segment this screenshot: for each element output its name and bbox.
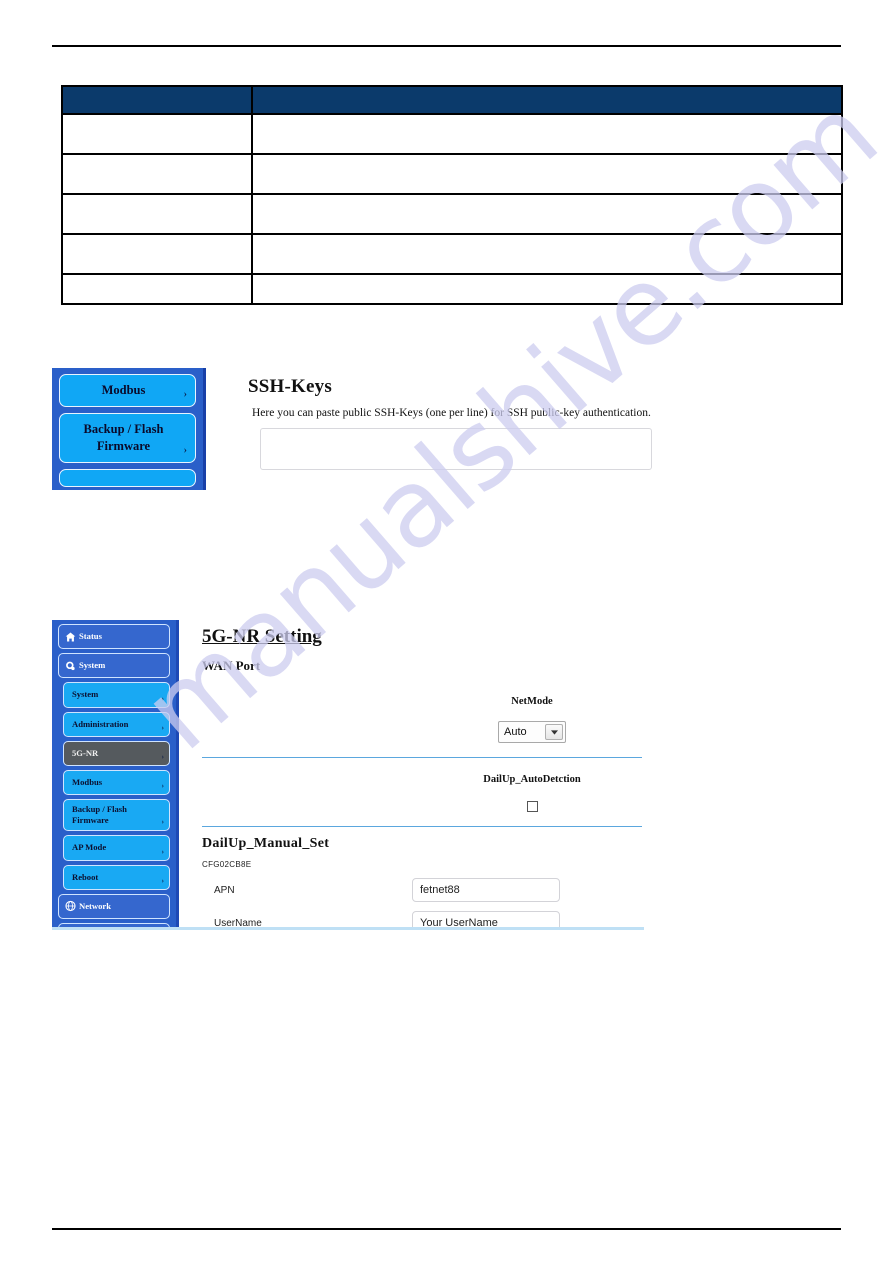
section-divider-1	[202, 757, 642, 758]
config-id-text: CFG02CB8E	[202, 860, 252, 869]
table-cell-label	[61, 193, 253, 235]
screenshot-bottom-edge	[52, 927, 644, 930]
chevron-down-icon[interactable]	[545, 724, 563, 740]
chevron-right-icon: ›	[183, 388, 187, 400]
netmode-selected-value: Auto	[504, 726, 527, 738]
table-row	[61, 193, 843, 235]
sidebar-item-modbus[interactable]: Modbus ›	[63, 769, 170, 796]
sidebar-item-modbus[interactable]: Modbus ›	[59, 374, 196, 407]
sidebar-item-label: Modbus	[72, 776, 103, 787]
chevron-right-icon: ›	[161, 782, 164, 791]
sidebar-item-label: System	[72, 689, 99, 700]
table-row	[61, 233, 843, 275]
table-cell-value	[251, 153, 843, 195]
sidebar-item-ap-mode[interactable]: AP Mode ›	[63, 835, 170, 861]
sidebar-item-label: Modbus	[101, 383, 146, 397]
apn-row: APN fetnet88	[202, 878, 642, 902]
netmode-select-row: Auto	[432, 721, 632, 743]
sidebar-item-reboot[interactable]: Reboot ›	[63, 864, 170, 890]
chevron-right-icon: ›	[161, 876, 164, 885]
sidebar-item-label: Administration	[72, 718, 129, 729]
footer-rule	[52, 1228, 841, 1230]
table-header-row	[61, 85, 843, 115]
sidebar-item-label	[60, 470, 195, 484]
ssh-content: SSH-Keys Here you can paste public SSH-K…	[248, 376, 718, 470]
chevron-right-icon: ›	[161, 723, 164, 732]
ssh-keys-title: SSH-Keys	[248, 376, 332, 397]
chevron-right-icon: ›	[161, 818, 164, 827]
sidebar-item-network[interactable]: Network	[58, 893, 170, 919]
dailup-autodetection-checkbox[interactable]	[526, 801, 538, 812]
table-cell-label	[61, 153, 253, 195]
table-header-cell-2	[251, 85, 843, 115]
table-cell-value	[251, 233, 843, 275]
ssh-keys-description: Here you can paste public SSH-Keys (one …	[252, 407, 651, 419]
table-cell-label	[61, 113, 253, 155]
page-title: 5G-NR Setting	[202, 626, 322, 647]
home-icon	[65, 631, 76, 642]
gear-icon	[65, 660, 76, 671]
specification-table	[61, 85, 843, 305]
sidebar-item-backup-flash-firmware[interactable]: Backup / Flash Firmware ›	[63, 799, 170, 832]
sidebar-item-status[interactable]: Status	[58, 624, 170, 650]
header-rule	[52, 45, 841, 47]
table-header-cell-1	[61, 85, 253, 115]
table-row	[61, 273, 843, 305]
sidebar-item-backup-flash-firmware[interactable]: Backup / Flash Firmware ›	[59, 412, 196, 463]
chevron-right-icon: ›	[161, 752, 164, 761]
sidebar-item-label: 5G-NR	[72, 747, 99, 758]
table-row	[61, 113, 843, 155]
chevron-right-icon: ›	[183, 444, 187, 456]
apn-label: APN	[214, 884, 235, 896]
sidebar-item-label: Reboot	[72, 871, 99, 882]
5g-nr-setting-screenshot: Status System System › Administration › …	[52, 620, 644, 930]
dailup-autodetection-label: DailUp_AutoDetction	[483, 774, 581, 785]
apn-input[interactable]: fetnet88	[412, 878, 560, 902]
ssh-keys-screenshot: Modbus › Backup / Flash Firmware › SSH-K…	[52, 368, 732, 490]
table-row	[61, 153, 843, 195]
5g-nr-sidebar: Status System System › Administration › …	[52, 620, 179, 930]
table-cell-value	[251, 193, 843, 235]
globe-icon	[65, 901, 76, 912]
sidebar-item-label: Backup / Flash Firmware	[83, 421, 164, 453]
wan-port-section-heading: WAN Port	[202, 658, 261, 673]
dailup-manual-set-heading: DailUp_Manual_Set	[202, 836, 330, 851]
sidebar-item-label: Backup / Flash Firmware	[72, 804, 127, 826]
section-divider-2	[202, 826, 642, 827]
table-cell-label	[61, 273, 253, 305]
netmode-select[interactable]: Auto	[498, 721, 566, 743]
sidebar-item-system[interactable]: System ›	[63, 682, 170, 708]
chevron-right-icon: ›	[161, 694, 164, 703]
5g-nr-content: 5G-NR Setting WAN Port NetMode Auto Dail…	[202, 626, 642, 930]
table-cell-value	[251, 273, 843, 305]
dailup-autodetection-row	[432, 801, 632, 812]
netmode-label: NetMode	[511, 696, 553, 707]
sidebar-item-administration[interactable]: Administration ›	[63, 711, 170, 737]
chevron-right-icon: ›	[161, 847, 164, 856]
table-cell-label	[61, 233, 253, 275]
sidebar-item-system-top[interactable]: System	[58, 653, 170, 679]
table-cell-value	[251, 113, 843, 155]
sidebar-item-partial[interactable]	[59, 468, 196, 487]
sidebar-item-label: AP Mode	[72, 842, 107, 853]
ssh-sidebar: Modbus › Backup / Flash Firmware ›	[52, 368, 206, 490]
ssh-keys-textarea[interactable]	[260, 428, 652, 470]
sidebar-item-5g-nr[interactable]: 5G-NR ›	[63, 740, 170, 766]
